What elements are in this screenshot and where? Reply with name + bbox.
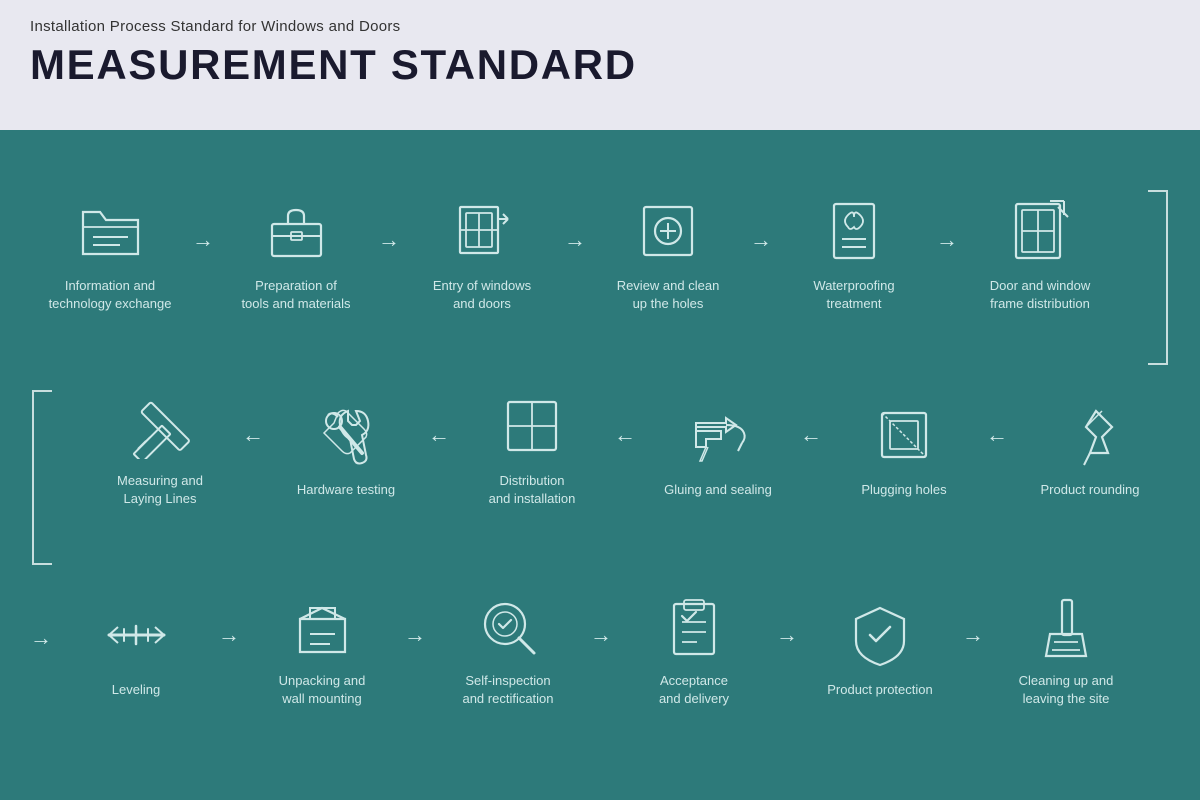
waterproof-icon [819,197,889,267]
step-frame-dist: Door and window frame distribution [960,197,1120,313]
process-row-1: Information and technology exchange → Pr… [30,150,1170,350]
step-distribution: Distribution and installation [452,392,612,508]
glue-gun-icon [683,401,753,471]
arrow-r2-5: ← [242,422,264,448]
arrow-r3-1: → [218,622,240,648]
step-entry-windows: Entry of windows and doors [402,197,562,313]
step-info-exchange: Information and technology exchange [30,197,190,313]
start-arrow-row3: → [30,625,52,651]
arrow-r3-3: → [590,622,612,648]
arrow-3: → [564,227,586,253]
step-cleaning: Cleaning up and leaving the site [986,592,1146,708]
step-hardware-test: Hardware testing [266,401,426,499]
arrow-1: → [192,227,214,253]
header-title: MEASUREMENT STANDARD [30,41,1170,89]
step-unpacking: Unpacking and wall mounting [242,592,402,708]
step-label-waterproof: Waterproofing treatment [813,277,894,313]
broom-icon [1031,592,1101,662]
step-label-rounding: Product rounding [1040,481,1139,499]
search-check-icon [473,592,543,662]
step-label-frame: Door and window frame distribution [990,277,1090,313]
header-subtitle: Installation Process Standard for Window… [30,18,1170,35]
step-measuring: Measuring and Laying Lines [80,392,240,508]
step-label-tools: Preparation of tools and materials [241,277,350,313]
step-leveling: Leveling [56,601,216,699]
frame-dist-icon [1005,197,1075,267]
right-bracket-1 [1148,190,1168,365]
step-label-inspect: Self-inspection and rectification [462,672,553,708]
step-label-protect: Product protection [827,681,933,699]
step-label-measuring: Measuring and Laying Lines [117,472,203,508]
process-row-3: → Leveling → [30,550,1170,750]
step-label-dist: Distribution and installation [489,472,576,508]
process-row-2: Product rounding ← Plugging holes ← [30,350,1170,550]
step-label-acceptance: Acceptance and delivery [659,672,729,708]
level-icon [101,601,171,671]
wrench-icon [311,401,381,471]
plughole-icon [869,401,939,471]
arrow-r2-4: ← [428,422,450,448]
toolbox-icon [261,197,331,267]
pencil-ruler-icon [125,392,195,462]
step-label-hardware: Hardware testing [297,481,395,499]
arrow-r3-2: → [404,622,426,648]
folder-icon [75,197,145,267]
clipboard-check-icon [659,592,729,662]
arrow-4: → [750,227,772,253]
step-review-holes: Review and clean up the holes [588,197,748,313]
step-acceptance: Acceptance and delivery [614,592,774,708]
arrow-5: → [936,227,958,253]
step-label-gluing: Gluing and sealing [664,481,772,499]
step-plugging: Plugging holes [824,401,984,499]
header: Installation Process Standard for Window… [0,0,1200,130]
step-label-review: Review and clean up the holes [617,277,720,313]
step-label-plugging: Plugging holes [861,481,946,499]
box-unpack-icon [287,592,357,662]
pushpin-icon [1055,401,1125,471]
arrow-r2-1: ← [986,422,1008,448]
step-label-leveling: Leveling [112,681,160,699]
search-icon [633,197,703,267]
arrow-r2-3: ← [614,422,636,448]
step-tools-prep: Preparation of tools and materials [216,197,376,313]
step-label-entry: Entry of windows and doors [433,277,531,313]
step-label-info-exchange: Information and technology exchange [49,277,172,313]
step-label-unpack: Unpacking and wall mounting [279,672,366,708]
arrow-r2-2: ← [800,422,822,448]
step-self-inspect: Self-inspection and rectification [428,592,588,708]
main-content: Information and technology exchange → Pr… [0,130,1200,800]
arrow-r3-5: → [962,622,984,648]
shield-check-icon [845,601,915,671]
step-label-cleaning: Cleaning up and leaving the site [1019,672,1114,708]
window-entry-icon [447,197,517,267]
step-gluing: Gluing and sealing [638,401,798,499]
step-rounding: Product rounding [1010,401,1170,499]
step-product-protect: Product protection [800,601,960,699]
left-bracket-2 [32,390,52,565]
arrow-2: → [378,227,400,253]
grid-layout-icon [497,392,567,462]
step-waterproofing: Waterproofing treatment [774,197,934,313]
arrow-r3-4: → [776,622,798,648]
